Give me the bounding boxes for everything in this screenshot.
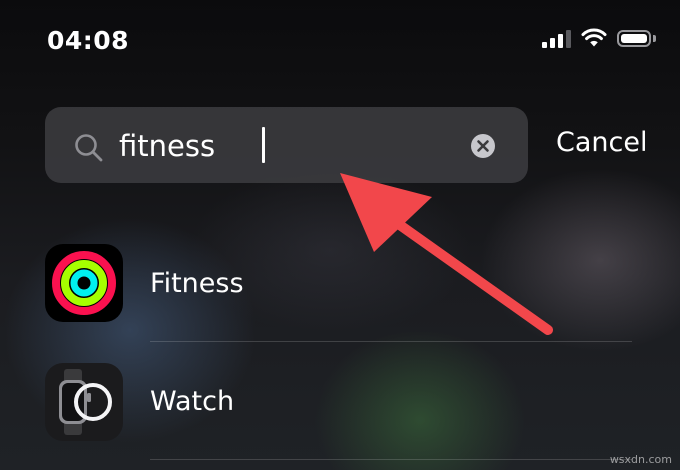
- search-bar[interactable]: [45, 107, 528, 183]
- cellular-signal-icon: [542, 28, 571, 48]
- search-result-watch[interactable]: Watch: [0, 342, 680, 460]
- search-result-fitness[interactable]: Fitness: [0, 224, 680, 342]
- watch-app-icon: [45, 363, 123, 441]
- wifi-icon: [581, 28, 607, 47]
- text-caret: [262, 127, 265, 163]
- result-label-watch: Watch: [150, 386, 235, 417]
- watermark: wsxdn.com: [609, 453, 672, 466]
- iphone-search-screen: 04:08 Cancel: [0, 0, 680, 470]
- cancel-button[interactable]: Cancel: [556, 127, 647, 158]
- status-time: 04:08: [47, 26, 130, 55]
- result-divider: [150, 459, 632, 460]
- search-input[interactable]: [119, 126, 449, 166]
- fitness-app-icon: [45, 244, 123, 322]
- search-icon: [75, 134, 103, 162]
- battery-icon: [617, 29, 656, 47]
- clear-icon[interactable]: [470, 133, 496, 159]
- result-label-fitness: Fitness: [150, 268, 244, 299]
- status-icons: [542, 28, 656, 48]
